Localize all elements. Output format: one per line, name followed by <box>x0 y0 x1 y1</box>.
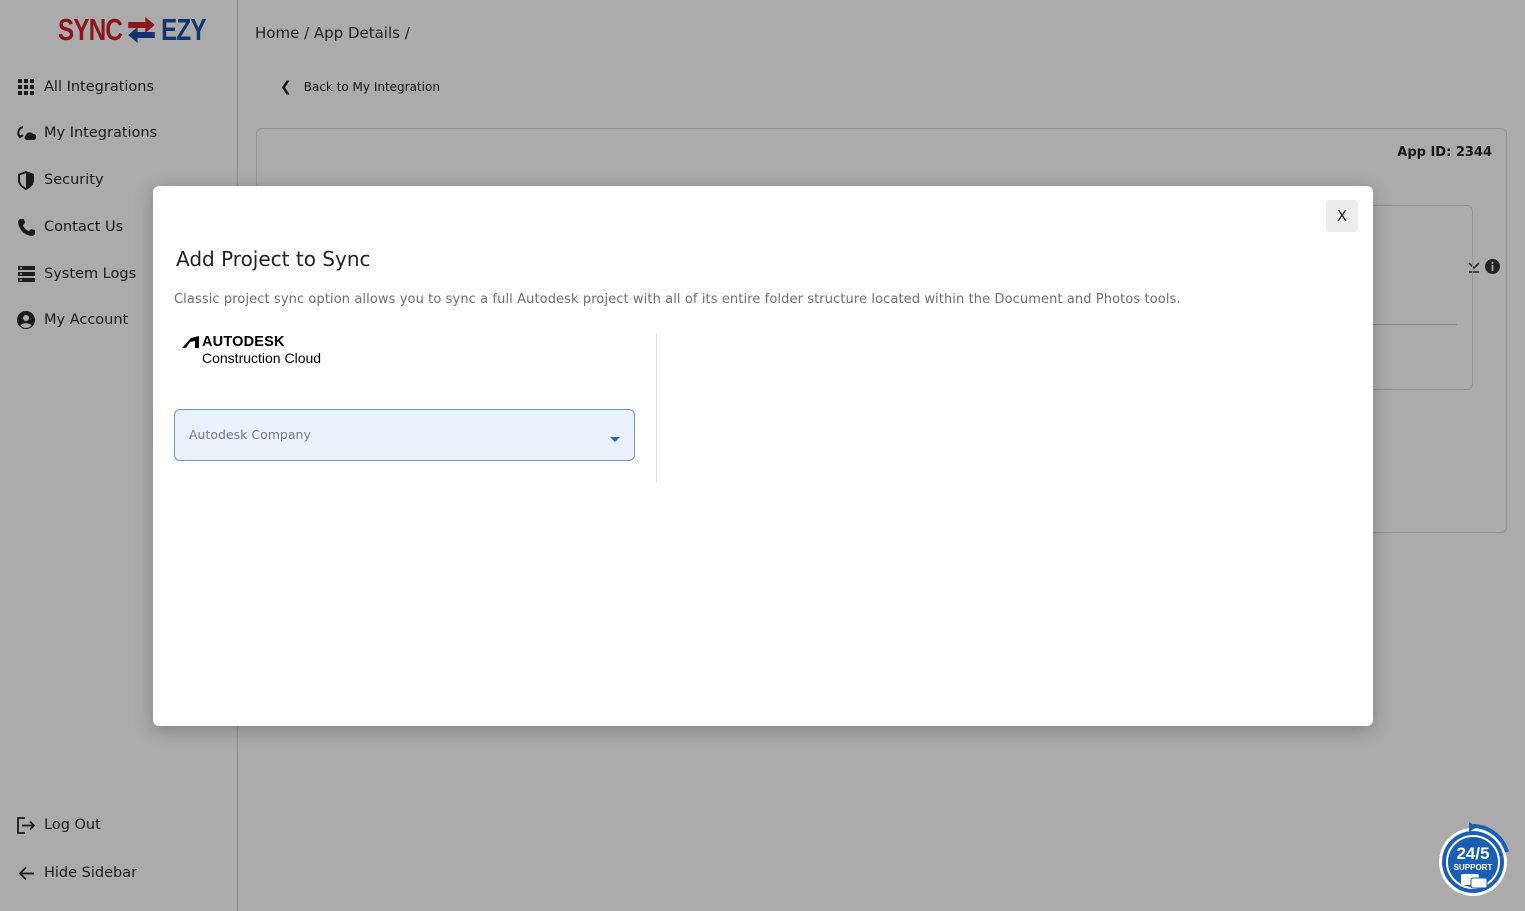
brand-line1: AUTODESK <box>202 334 285 350</box>
modal-description: Classic project sync option allows you t… <box>174 292 1181 307</box>
modal-column-divider <box>656 334 657 482</box>
autodesk-construction-cloud-logo: AUTODESK Construction Cloud <box>182 334 321 366</box>
autodesk-a-icon <box>182 336 199 348</box>
support-badge[interactable]: 24/5 SUPPORT <box>1437 822 1509 898</box>
modal-title: Add Project to Sync <box>176 247 371 271</box>
close-button[interactable]: X <box>1326 200 1358 232</box>
autodesk-company-select[interactable]: Autodesk Company <box>174 409 635 461</box>
select-placeholder: Autodesk Company <box>189 427 311 442</box>
add-project-modal: X Add Project to Sync Classic project sy… <box>153 186 1373 726</box>
support-badge-line1: 24/5 <box>1456 844 1490 863</box>
support-badge-line2: SUPPORT <box>1453 863 1493 872</box>
dropdown-arrow-icon <box>610 437 620 442</box>
brand-line2: Construction Cloud <box>202 350 322 366</box>
